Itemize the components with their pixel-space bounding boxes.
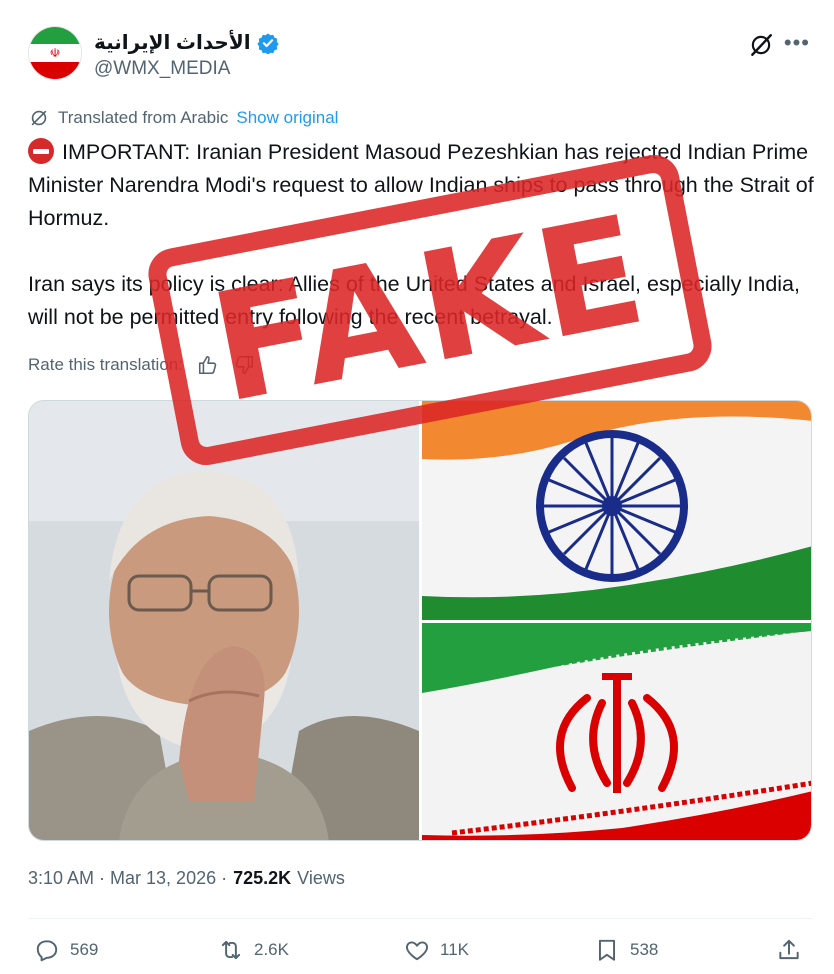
divider (28, 918, 812, 919)
translation-info: Translated from Arabic Show original (28, 107, 338, 129)
tweet-paragraph-1-text: IMPORTANT: Iranian President Masoud Peze… (28, 140, 814, 230)
like-count: 11K (440, 940, 469, 959)
bookmark-icon (598, 939, 616, 961)
tweet-text: IMPORTANT: Iranian President Masoud Peze… (28, 136, 818, 334)
more-icon[interactable]: ••• (784, 30, 810, 56)
portrait-illustration (29, 401, 419, 840)
india-flag-illustration (422, 401, 811, 620)
verified-badge-icon (256, 32, 279, 54)
reply-button[interactable]: 569 (34, 932, 98, 968)
avatar[interactable]: ☫ (28, 26, 82, 80)
photo-iran-flag[interactable] (421, 623, 811, 840)
no-entry-icon (28, 138, 54, 164)
rate-translation: Rate this translation: (28, 354, 255, 376)
author-handle[interactable]: @WMX_MEDIA (94, 58, 230, 80)
photo-man-portrait[interactable] (29, 401, 419, 840)
translate-icon (31, 110, 47, 126)
thumbs-up-icon[interactable] (197, 354, 219, 376)
show-original-link[interactable]: Show original (236, 108, 338, 128)
like-icon (406, 941, 428, 961)
views-count: 725.2K (233, 868, 292, 888)
views-label: Views (297, 868, 345, 888)
grok-icon[interactable] (748, 32, 774, 58)
tweet-actions: 569 2.6K 11K 538 (28, 932, 812, 968)
rate-label: Rate this translation: (28, 355, 183, 374)
translated-label: Translated from Arabic (58, 108, 229, 127)
like-button[interactable]: 11K (404, 932, 469, 968)
tweet-paragraph-1: IMPORTANT: Iranian President Masoud Peze… (28, 136, 818, 235)
author-name-row: الأحداث الإيرانية (94, 30, 279, 55)
iran-flag-illustration (421, 623, 811, 840)
share-icon (779, 939, 799, 960)
repost-count: 2.6K (254, 940, 289, 959)
reply-icon (36, 940, 58, 962)
repost-button[interactable]: 2.6K (218, 932, 289, 968)
repost-icon (221, 940, 241, 960)
bookmark-count: 538 (630, 940, 659, 959)
tweet-header: ☫ الأحداث الإيرانية @WMX_MEDIA ••• (28, 26, 814, 86)
tweet-timestamp: 3:10 AM · Mar 13, 2026 · 725.2K Views (28, 868, 345, 889)
tweet-media[interactable] (28, 400, 812, 841)
tweet-time[interactable]: 3:10 AM · Mar 13, 2026 · (28, 868, 227, 889)
avatar-emblem: ☫ (49, 46, 61, 60)
display-name[interactable]: الأحداث الإيرانية (94, 30, 251, 55)
share-button[interactable] (776, 932, 802, 968)
reply-count: 569 (70, 940, 99, 959)
thumbs-down-icon[interactable] (233, 354, 255, 376)
photo-india-flag[interactable] (422, 401, 811, 620)
bookmark-button[interactable]: 538 (594, 932, 658, 968)
tweet-paragraph-2: Iran says its policy is clear: Allies of… (28, 272, 800, 329)
